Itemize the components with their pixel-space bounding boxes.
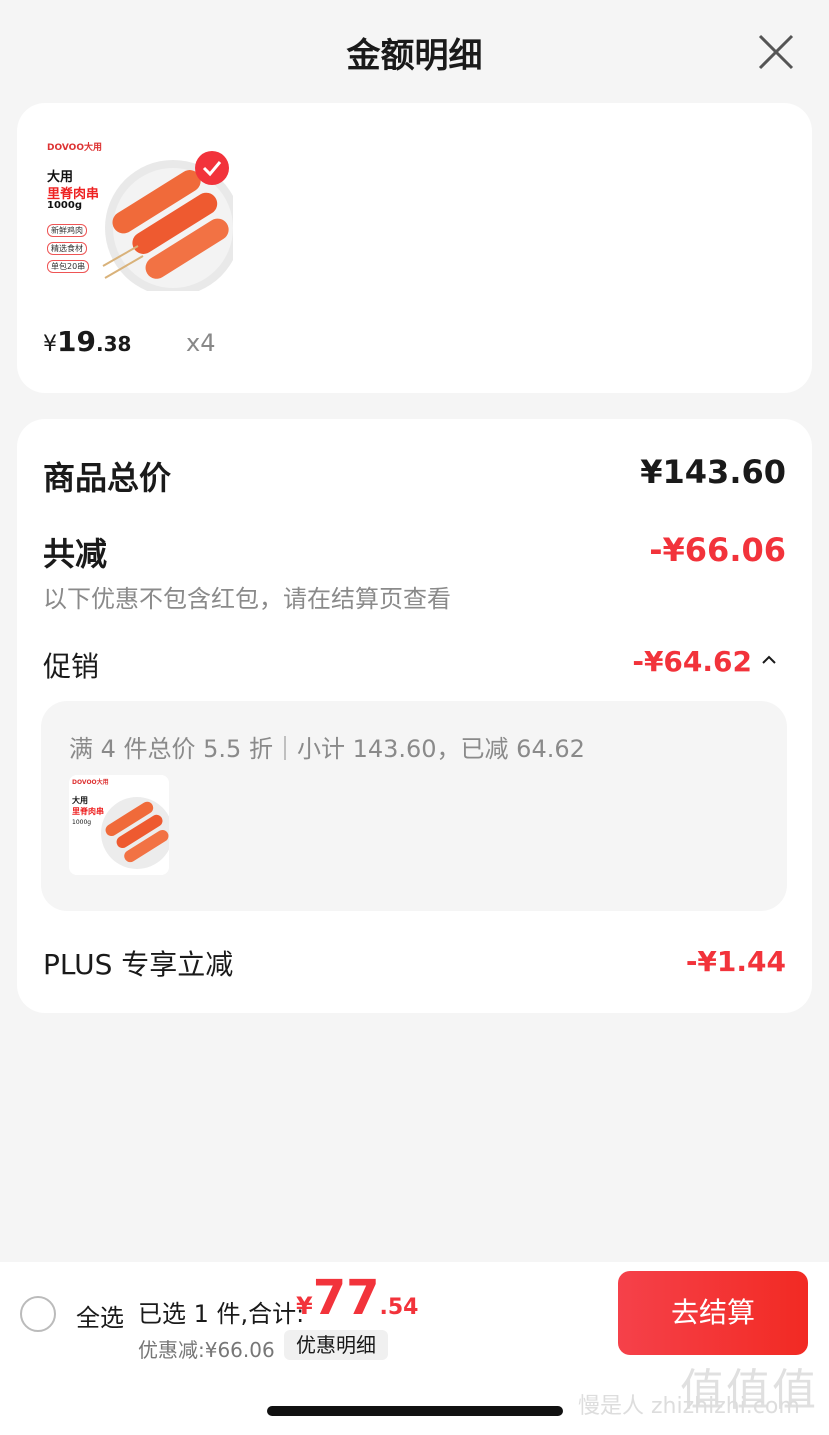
plus-discount-label: PLUS 专享立减 (43, 948, 234, 981)
total-reduce-value: -¥66.06 (649, 531, 786, 569)
close-icon[interactable] (752, 28, 800, 76)
price-decimal: .38 (95, 332, 132, 356)
goods-total-label: 商品总价 (43, 459, 172, 497)
promotion-label: 促销 (43, 650, 100, 683)
total-int: 77 (312, 1270, 380, 1326)
total-decimal: .54 (379, 1295, 419, 1320)
image-weight: 1000g (47, 200, 82, 211)
select-all-label[interactable]: 全选 (76, 1298, 124, 1333)
promotion-detail-text: 满 4 件总价 5.5 折｜小计 143.60，已减 64.62 (69, 735, 585, 763)
chevron-up-icon[interactable] (760, 651, 778, 669)
svg-text:DOVOO大用: DOVOO大用 (72, 778, 109, 786)
price-symbol: ¥ (43, 332, 57, 357)
total-reduce-label: 共减 (43, 535, 108, 573)
plus-discount-value: -¥1.44 (685, 945, 786, 978)
page-title: 金额明细 (346, 36, 483, 76)
promotion-detail-box: 满 4 件总价 5.5 折｜小计 143.60，已减 64.62 DOVOO大用… (41, 701, 787, 911)
header: 金额明细 (0, 0, 829, 100)
discount-text: 优惠减:¥66.06 (138, 1338, 275, 1362)
svg-text:1000g: 1000g (72, 819, 91, 826)
home-indicator[interactable] (267, 1406, 563, 1416)
total-symbol: ¥ (296, 1292, 313, 1320)
checkout-button[interactable]: 去结算 (618, 1271, 808, 1355)
summary-card: 商品总价 ¥143.60 共减 -¥66.06 以下优惠不包含红包，请在结算页查… (17, 419, 812, 1013)
promotion-product-thumb[interactable]: DOVOO大用 大用 里脊肉串 1000g (69, 775, 169, 875)
brand-logo: DOVOO大用 (47, 143, 102, 153)
total-amount: ¥77.54 (296, 1270, 418, 1326)
svg-text:大用: 大用 (72, 795, 88, 805)
select-all-checkbox[interactable] (20, 1296, 56, 1332)
goods-total-value: ¥143.60 (640, 453, 786, 491)
product-price: ¥19.38 (43, 325, 131, 358)
image-tag: 单包20串 (47, 260, 90, 273)
product-quantity: x4 (186, 329, 216, 357)
selected-check-icon[interactable] (195, 151, 229, 185)
promotion-value: -¥64.62 (632, 645, 752, 678)
selected-count-text: 已选 1 件,合计: (138, 1300, 305, 1328)
watermark-text: 慢是人 zhizhizhi.com (578, 1394, 800, 1419)
image-tag: 新鲜鸡肉 (47, 224, 87, 237)
bottom-bar: 全选 已选 1 件,合计: ¥77.54 优惠减:¥66.06 优惠明细 去结算… (0, 1262, 829, 1435)
discount-detail-button[interactable]: 优惠明细 (284, 1330, 388, 1360)
price-int: 19 (57, 325, 96, 358)
svg-text:里脊肉串: 里脊肉串 (72, 806, 104, 816)
reduce-note: 以下优惠不包含红包，请在结算页查看 (43, 585, 451, 613)
image-tag: 精选食材 (47, 242, 87, 255)
product-card: DOVOO大用 大用 里脊肉串 1000g 新鲜鸡肉 精选食材 单包20串 ¥1… (17, 103, 812, 393)
